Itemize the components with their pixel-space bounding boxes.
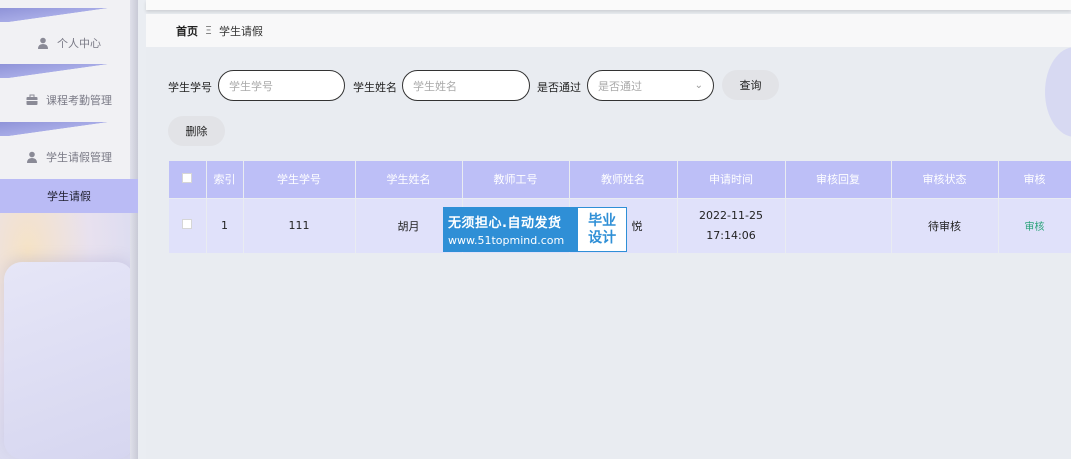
watermark-badge-line2: 设计 — [588, 229, 617, 246]
sidebar-edge — [130, 0, 138, 459]
breadcrumb-separator: Ξ — [205, 24, 212, 37]
sidebar-decorative-panel — [4, 262, 134, 459]
student-no-placeholder: 学生学号 — [229, 79, 273, 93]
sidebar-item-label: 课程考勤管理 — [46, 94, 112, 107]
column-header: 学生学号 — [243, 161, 356, 198]
column-header: 教师工号 — [462, 161, 570, 198]
cell-reply — [785, 197, 892, 253]
column-header: 申请时间 — [677, 161, 786, 198]
sidebar-item-label: 学生请假管理 — [46, 151, 112, 164]
select-all-checkbox[interactable] — [182, 172, 193, 183]
sidebar-stripe-decoration — [0, 8, 138, 22]
watermark-badge-line1: 毕业 — [588, 212, 617, 229]
column-header: 教师姓名 — [569, 161, 678, 198]
row-select-cell — [169, 197, 207, 253]
student-name-placeholder: 学生姓名 — [413, 79, 457, 93]
column-header: 审核状态 — [891, 161, 999, 198]
passed-label: 是否通过 — [537, 81, 581, 94]
cell-index: 1 — [206, 197, 244, 253]
breadcrumb: 首页 Ξ 学生请假 — [146, 14, 1071, 47]
column-header: 审核回复 — [785, 161, 892, 198]
chevron-down-icon: ⌄ — [694, 80, 703, 91]
cell-status: 待审核 — [891, 197, 999, 253]
top-bar — [146, 0, 1071, 10]
sidebar-item-student-leave-management[interactable]: 学生请假管理 — [0, 140, 138, 174]
sidebar-stripe-decoration — [0, 122, 138, 136]
column-header: 学生姓名 — [355, 161, 463, 198]
watermark-overlay: 无须担心.自动发货 www.51topmind.com 毕业 设计 — [443, 207, 627, 252]
main-content — [146, 47, 1071, 459]
student-no-label: 学生学号 — [168, 81, 212, 94]
watermark-text: 无须担心.自动发货 www.51topmind.com — [444, 208, 578, 251]
student-name-label: 学生姓名 — [353, 81, 397, 94]
select-all-cell — [169, 161, 207, 198]
watermark-badge: 毕业 设计 — [578, 208, 626, 251]
column-header: 索引 — [206, 161, 244, 198]
user-icon — [26, 151, 38, 163]
sidebar-item-personal-center[interactable]: 个人中心 — [0, 26, 138, 60]
passed-select[interactable]: 是否通过 ⌄ — [587, 70, 714, 101]
sidebar-item-label: 个人中心 — [57, 37, 101, 50]
table-header-row: 索引 学生学号 学生姓名 教师工号 教师姓名 申请时间 审核回复 审核状态 审核 — [169, 161, 1071, 198]
cell-action: 审核 — [998, 197, 1071, 253]
student-name-input[interactable]: 学生姓名 — [402, 70, 530, 101]
breadcrumb-home[interactable]: 首页 — [176, 23, 198, 39]
cell-apply-time: 2022-11-25 17:14:06 — [677, 197, 786, 253]
row-checkbox[interactable] — [182, 219, 193, 230]
briefcase-icon — [26, 94, 38, 106]
breadcrumb-current: 学生请假 — [218, 24, 263, 38]
column-header: 审核 — [998, 161, 1071, 198]
delete-button[interactable]: 删除 — [168, 116, 225, 146]
sidebar-stripe-decoration — [0, 64, 138, 78]
cell-student-no: 111 — [243, 197, 356, 253]
sidebar-item-label: 学生请假 — [47, 190, 91, 203]
user-icon — [37, 37, 49, 49]
query-button[interactable]: 查询 — [722, 70, 779, 100]
sidebar-item-student-leave[interactable]: 学生请假 — [0, 179, 138, 213]
watermark-slogan: 无须担心.自动发货 — [448, 216, 562, 231]
passed-placeholder: 是否通过 — [598, 79, 642, 93]
sidebar: 个人中心 课程考勤管理 学生请假管理 学生请假 — [0, 0, 138, 459]
watermark-url: www.51topmind.com — [448, 234, 565, 247]
student-no-input[interactable]: 学生学号 — [218, 70, 345, 101]
audit-link[interactable]: 审核 — [1025, 222, 1045, 233]
sidebar-item-course-attendance[interactable]: 课程考勤管理 — [0, 83, 138, 117]
